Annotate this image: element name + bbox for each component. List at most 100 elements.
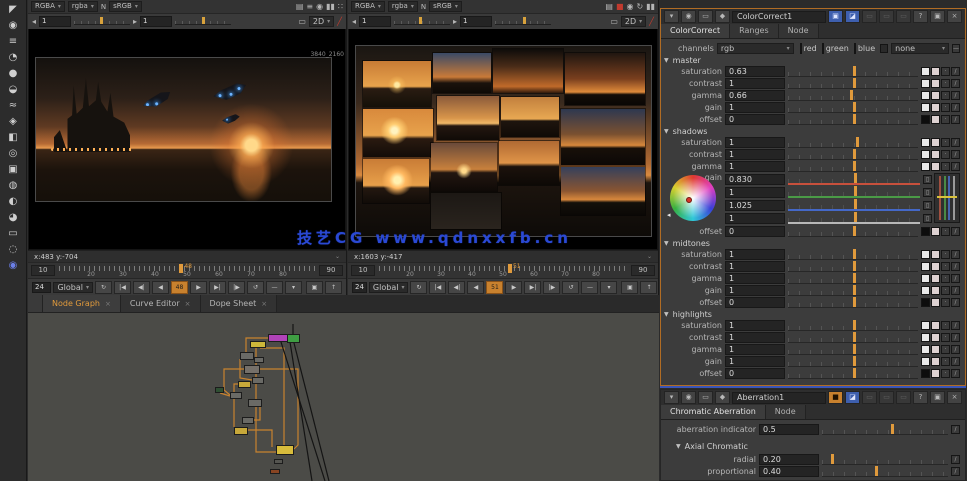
value-field[interactable]: 0 (725, 368, 785, 379)
fps-field[interactable]: 24 (32, 282, 51, 293)
channel-slider-track[interactable] (788, 212, 920, 224)
animation-menu-button[interactable]: · (941, 91, 950, 100)
tab-chromatic-aberration[interactable]: Chromatic Aberration (661, 405, 766, 419)
slider-handle[interactable] (853, 261, 856, 271)
node-graph-canvas[interactable] (28, 312, 659, 481)
viewer-option-button[interactable]: ↑ (325, 281, 342, 294)
channel-button[interactable]: ▯ (923, 188, 932, 197)
timeline-track[interactable]: 2030405060708048 (59, 264, 315, 277)
value-field[interactable]: 0 (725, 114, 785, 125)
transport-button[interactable]: ▾ (285, 281, 302, 294)
channel-button[interactable]: ▯ (923, 201, 932, 210)
curve-button[interactable]: ∕ (951, 91, 960, 100)
slider-track[interactable] (788, 90, 918, 101)
slider-track[interactable] (788, 249, 918, 260)
animation-menu-button[interactable]: · (941, 357, 950, 366)
colorwheel-swatch[interactable] (931, 250, 940, 259)
curve-button[interactable]: ∕ (951, 274, 960, 283)
gain-slider[interactable] (74, 19, 130, 25)
next-icon[interactable]: ▸ (453, 16, 457, 28)
animation-menu-button[interactable]: · (941, 162, 950, 171)
time-icon[interactable]: ◔ (3, 51, 23, 65)
view-mode-dropdown[interactable]: 2D▾ (309, 16, 334, 27)
fps-field[interactable]: 24 (352, 282, 367, 293)
curve-button[interactable]: ∕ (951, 345, 960, 354)
value-field[interactable]: 1 (725, 356, 785, 367)
transport-button[interactable]: — (266, 281, 283, 294)
slider-handle[interactable] (853, 273, 856, 283)
color-swatch[interactable] (921, 298, 930, 307)
slider-handle[interactable] (853, 368, 856, 378)
transform-icon[interactable]: ◎ (3, 147, 23, 161)
channel-dropdown[interactable]: RGBA▾ (351, 1, 385, 12)
prev-icon[interactable]: ◂ (352, 16, 356, 28)
playhead[interactable]: 51 (508, 264, 512, 273)
colorwheel-swatch[interactable] (931, 67, 940, 76)
slider-handle[interactable] (854, 186, 857, 196)
transport-button[interactable]: — (581, 281, 598, 294)
value-field[interactable]: 0 (725, 226, 785, 237)
panel-accent-button[interactable]: ◪ (845, 391, 860, 404)
range-mode-dropdown[interactable]: Global▾ (369, 282, 409, 293)
group-header-master[interactable]: ▼master (664, 55, 960, 65)
slider-track[interactable] (788, 261, 918, 272)
gamma-field[interactable]: 1 (140, 16, 172, 27)
value-field[interactable]: 1 (725, 137, 785, 148)
colorwheel-swatch[interactable] (931, 274, 940, 283)
colorwheel-swatch[interactable] (931, 333, 940, 342)
value-field[interactable]: 0 (725, 297, 785, 308)
color-swatch[interactable] (921, 150, 930, 159)
transport-button[interactable]: ▶| (209, 281, 226, 294)
prev-icon[interactable]: ◂ (32, 16, 36, 28)
transport-button[interactable]: ▶ (190, 281, 207, 294)
slider-handle[interactable] (831, 454, 834, 464)
tab-node[interactable]: Node (766, 405, 806, 419)
colorwheel-swatch[interactable] (931, 298, 940, 307)
animation-menu-button[interactable]: · (941, 115, 950, 124)
panel-header-button[interactable]: ▭ (698, 10, 713, 23)
viewer-toolbar-icon[interactable]: ▮▮ (646, 2, 655, 11)
slider-track[interactable] (788, 332, 918, 343)
range-mode-dropdown[interactable]: Global▾ (53, 282, 93, 293)
value-field[interactable]: 0.40 (759, 466, 819, 477)
colorwheel-swatch[interactable] (931, 369, 940, 378)
transport-button[interactable]: ◀| (133, 281, 150, 294)
gamma-slider[interactable] (495, 19, 551, 25)
color-swatch[interactable] (921, 357, 930, 366)
colorwheel-swatch[interactable] (931, 79, 940, 88)
colorwheel-swatch[interactable] (931, 150, 940, 159)
colorwheel-swatch[interactable] (931, 91, 940, 100)
channel-value-field[interactable]: 1.025 (725, 200, 785, 211)
tab-node-graph[interactable]: Node Graph× (43, 295, 121, 312)
colorwheel-swatch[interactable] (931, 262, 940, 271)
slider-handle[interactable] (853, 320, 856, 330)
slider-handle[interactable] (853, 226, 856, 236)
tab-colorcorrect[interactable]: ColorCorrect (661, 24, 730, 38)
animation-menu-button[interactable]: · (941, 321, 950, 330)
slider-track[interactable] (788, 368, 918, 379)
panel-header-button[interactable]: ▾ (664, 10, 679, 23)
animation-menu-button[interactable]: · (941, 333, 950, 342)
slider-track[interactable] (822, 466, 948, 477)
group-header-midtones[interactable]: ▼midtones (664, 238, 960, 248)
graph-node[interactable] (248, 399, 262, 407)
color-swatch[interactable] (921, 162, 930, 171)
close-icon[interactable]: × (261, 300, 267, 308)
panel-window-button[interactable]: × (947, 391, 962, 404)
transport-button[interactable]: ▶| (524, 281, 541, 294)
channel-icon[interactable]: ● (3, 67, 23, 81)
curve-button[interactable]: ∕ (951, 262, 960, 271)
color-icon[interactable]: ◒ (3, 83, 23, 97)
slider-track[interactable] (788, 78, 918, 89)
transport-button[interactable]: |◀ (429, 281, 446, 294)
value-field[interactable]: 1 (725, 332, 785, 343)
slider-handle[interactable] (854, 173, 857, 183)
graph-node[interactable] (250, 341, 266, 348)
channel-checkbox-green[interactable] (822, 43, 824, 54)
color-swatch[interactable] (921, 138, 930, 147)
normalize-toggle[interactable]: N (101, 3, 106, 11)
graph-node[interactable] (244, 365, 260, 374)
transport-button[interactable]: ↺ (562, 281, 579, 294)
graph-node[interactable] (240, 352, 254, 360)
channel-button[interactable]: ▯ (923, 214, 932, 223)
